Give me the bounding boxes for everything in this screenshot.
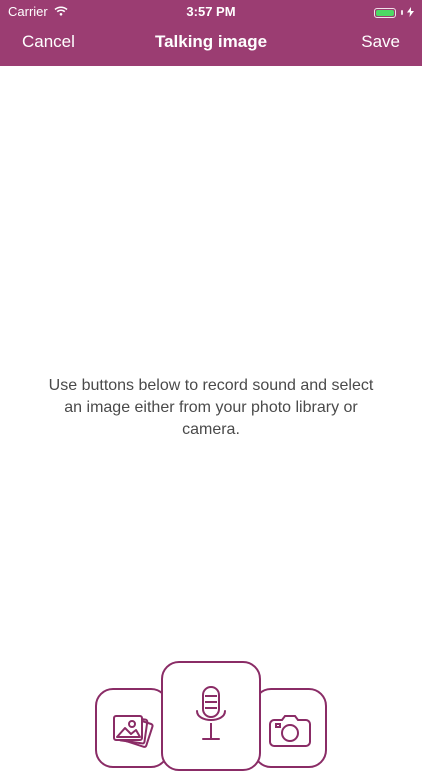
top-bar: Carrier 3:57 PM Cancel Talking image Sav…: [0, 0, 422, 66]
wifi-icon: [54, 4, 68, 19]
microphone-icon: [196, 686, 226, 740]
camera-button[interactable]: [253, 688, 327, 768]
cancel-button[interactable]: Cancel: [22, 32, 75, 52]
status-bar: Carrier 3:57 PM: [0, 0, 422, 22]
instructions-text: Use buttons below to record sound and se…: [48, 377, 374, 438]
record-sound-button[interactable]: [161, 661, 261, 771]
battery-area: [374, 5, 414, 20]
battery-icon: [374, 7, 396, 18]
charging-bolt-icon: [407, 5, 414, 20]
navigation-bar: Cancel Talking image Save: [0, 22, 422, 66]
save-button[interactable]: Save: [361, 32, 400, 52]
battery-level: [376, 9, 394, 16]
carrier-label: Carrier: [8, 4, 48, 19]
carrier-area: Carrier: [8, 4, 68, 19]
status-time: 3:57 PM: [186, 4, 236, 19]
battery-tip: [401, 10, 403, 15]
page-title: Talking image: [154, 32, 268, 51]
photo-library-button[interactable]: [95, 688, 169, 768]
photo-library-icon: [113, 715, 154, 748]
camera-icon: [269, 715, 311, 747]
